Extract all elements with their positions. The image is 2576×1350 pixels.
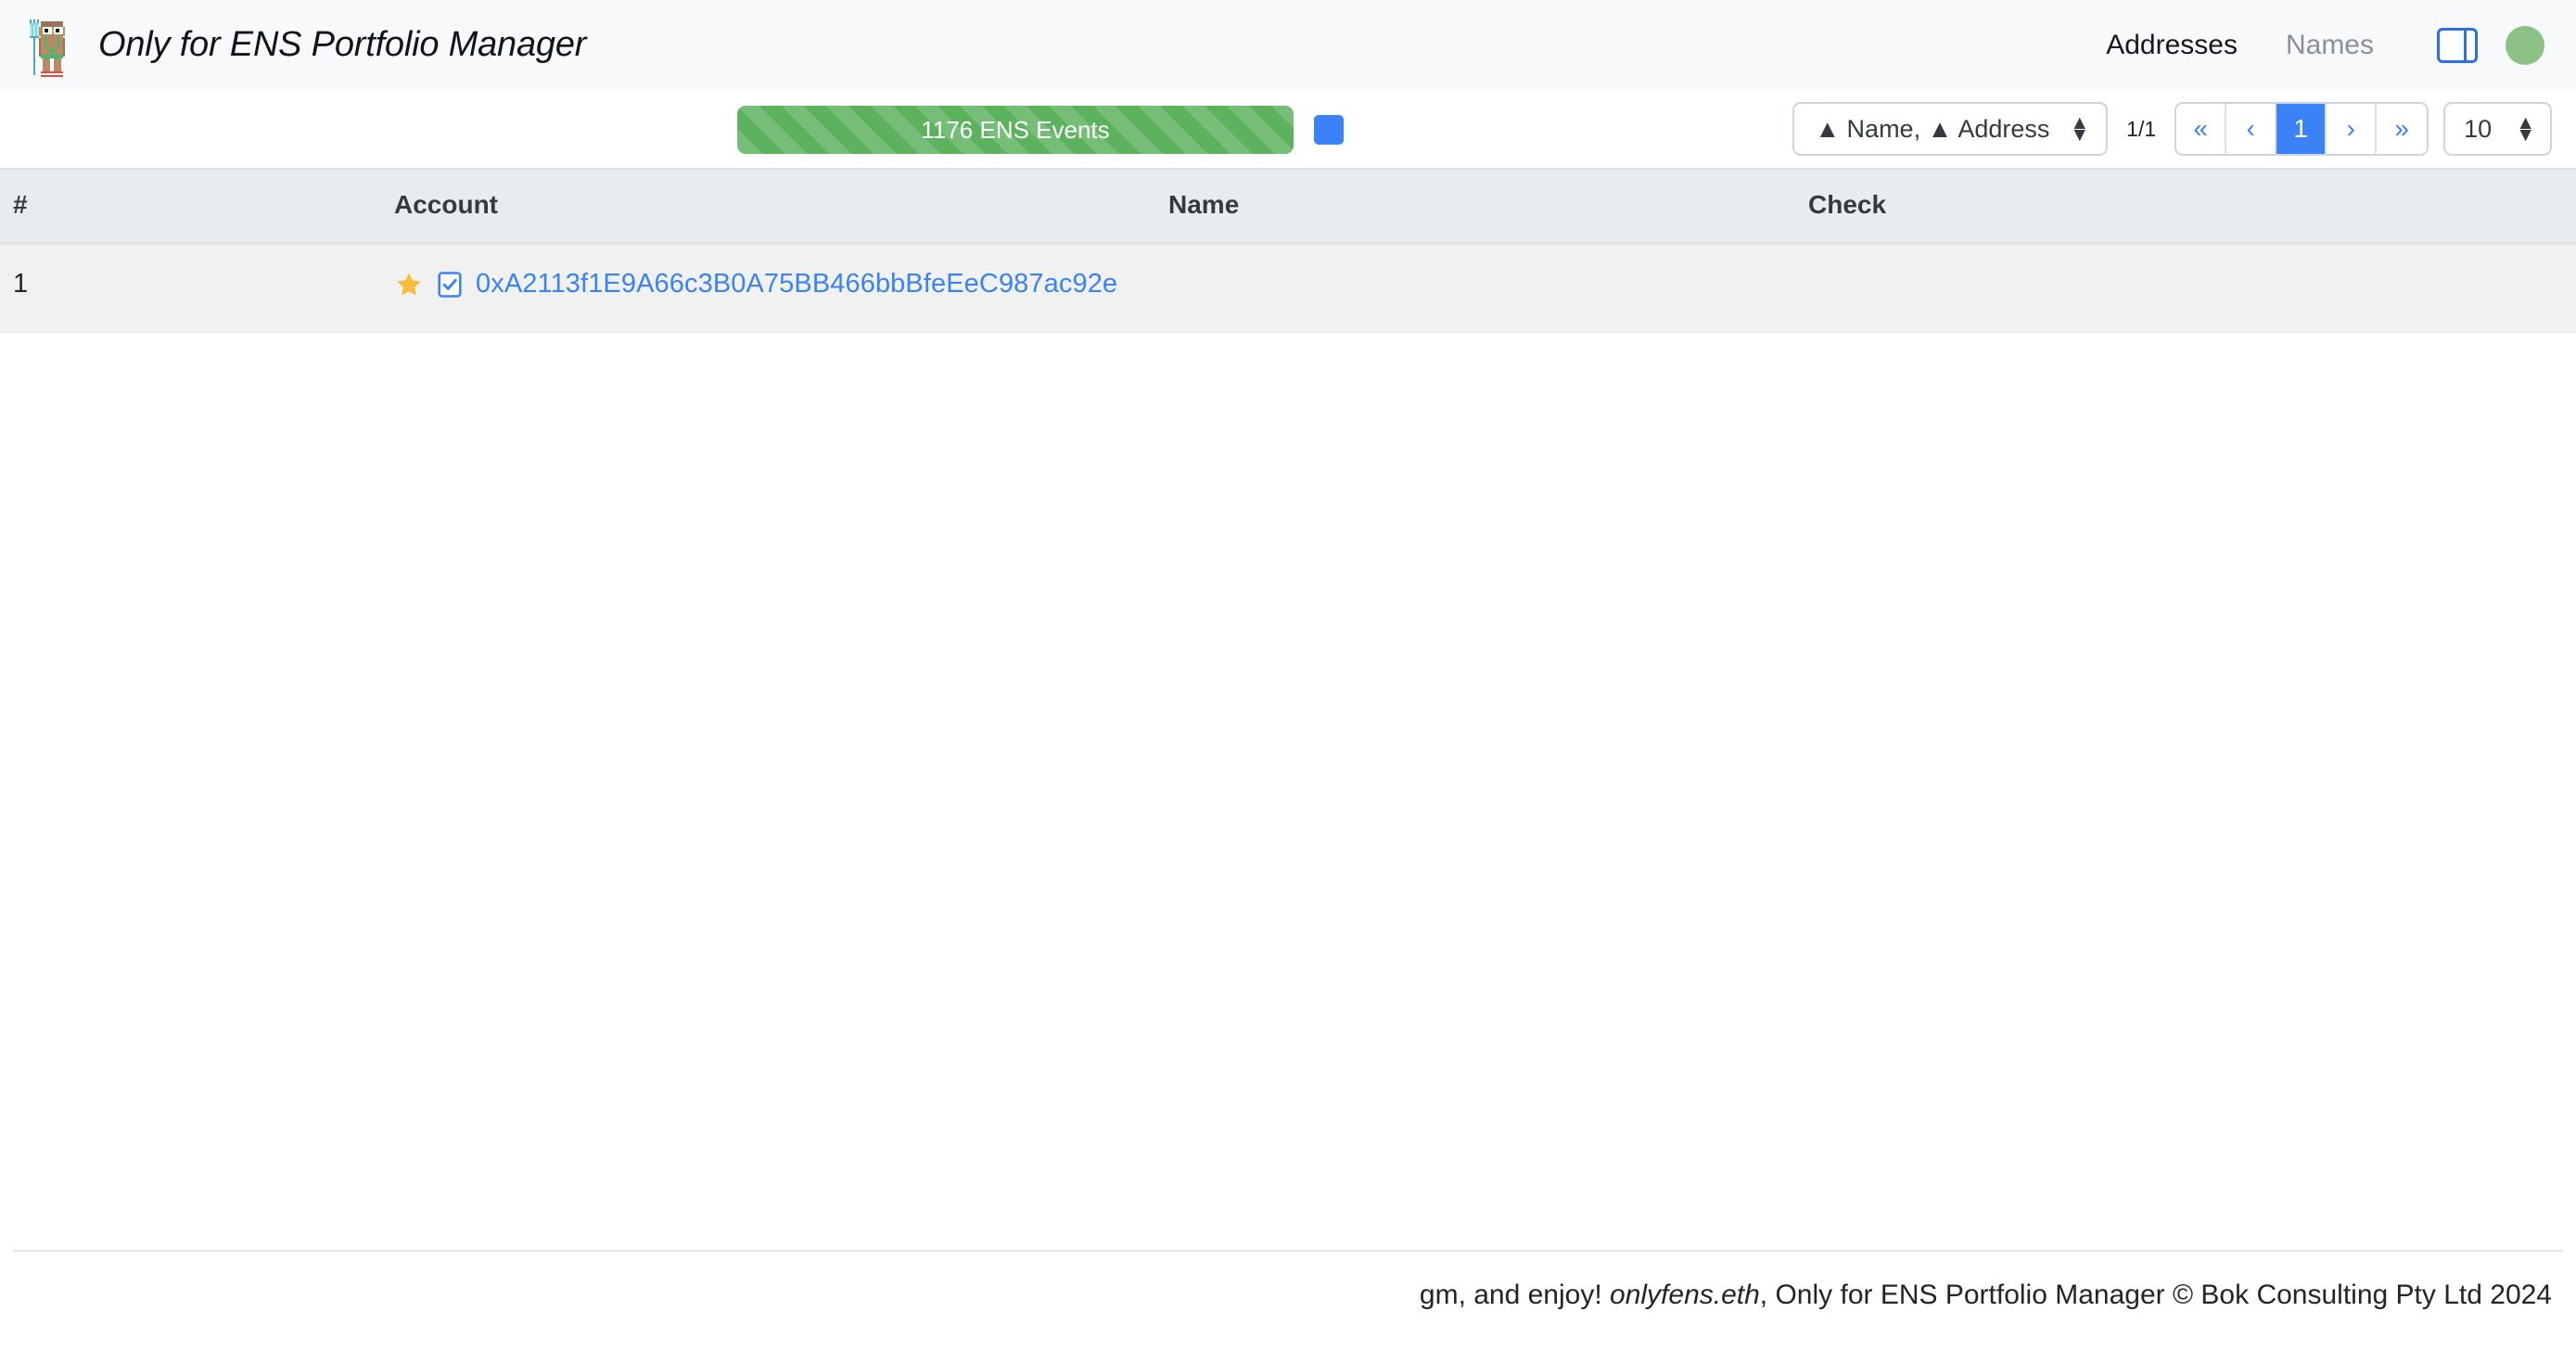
cell-account: 0xA2113f1E9A66c3B0A75BB466bbBfeEeC987ac9… (394, 244, 1168, 333)
navbar: Only for ENS Portfolio Manager Addresses… (0, 0, 2576, 90)
pager-area: ▲ Name, ▲ Address ▲ ▼ 1/1 « ‹ 1 › » 10 ▲… (1792, 102, 2552, 156)
chevron-updown-icon: ▲ ▼ (2516, 117, 2535, 141)
page-indicator: 1/1 (2123, 117, 2160, 142)
table-head: # Account Name Check (0, 169, 2576, 244)
checkbox-checked-icon[interactable] (437, 271, 463, 299)
nav-link-addresses[interactable]: Addresses (2082, 30, 2262, 61)
footer-prefix: gm, and enjoy! (1420, 1280, 1610, 1310)
cell-name (1168, 244, 1808, 333)
column-header-index[interactable]: # (0, 169, 394, 244)
sidebar-toggle-icon[interactable] (2437, 28, 2478, 63)
prev-page-button[interactable]: ‹ (2226, 104, 2276, 154)
sort-select[interactable]: ▲ Name, ▲ Address ▲ ▼ (1792, 102, 2108, 156)
chevron-updown-icon: ▲ ▼ (2070, 117, 2089, 141)
stop-square-icon[interactable] (1314, 115, 1344, 145)
table-row[interactable]: 1 0xA (0, 244, 2576, 333)
cell-index: 1 (0, 244, 394, 333)
page-title: Only for ENS Portfolio Manager (98, 25, 586, 65)
nav-link-names[interactable]: Names (2262, 30, 2398, 61)
rows-per-page-value: 10 (2464, 115, 2492, 144)
page-1-button[interactable]: 1 (2276, 104, 2327, 154)
accounts-table: # Account Name Check 1 (0, 168, 2576, 333)
brand[interactable]: Only for ENS Portfolio Manager (24, 12, 586, 79)
progress-area: 1176 ENS Events (737, 106, 1344, 154)
toolbar: 1176 ENS Events ▲ Name, ▲ Address ▲ ▼ 1/… (0, 90, 2576, 168)
rows-per-page-select[interactable]: 10 ▲ ▼ (2443, 102, 2552, 156)
star-icon[interactable] (394, 270, 424, 299)
account-address-link[interactable]: 0xA2113f1E9A66c3B0A75BB466bbBfeEeC987ac9… (476, 269, 1117, 299)
account-cell-content: 0xA2113f1E9A66c3B0A75BB466bbBfeEeC987ac9… (394, 269, 1168, 299)
app-root: Only for ENS Portfolio Manager Addresses… (0, 0, 2576, 1350)
progress-label: 1176 ENS Events (921, 116, 1109, 145)
column-header-check[interactable]: Check (1808, 169, 2576, 244)
footer-suffix: , Only for ENS Portfolio Manager © Bok C… (1760, 1280, 2552, 1310)
ens-events-progress-bar: 1176 ENS Events (737, 106, 1294, 154)
nav-right: Addresses Names (2082, 26, 2544, 65)
pixel-avatar-icon (24, 12, 78, 79)
avatar[interactable] (2506, 26, 2544, 65)
sort-select-value: ▲ Name, ▲ Address (1815, 115, 2049, 144)
footer-handle[interactable]: onlyfens.eth (1610, 1280, 1760, 1310)
footer-text: gm, and enjoy! onlyfens.eth, Only for EN… (0, 1252, 2576, 1311)
pagination: « ‹ 1 › » (2174, 102, 2429, 156)
column-header-account[interactable]: Account (394, 169, 1168, 244)
table-header-row: # Account Name Check (0, 169, 2576, 244)
last-page-button[interactable]: » (2377, 104, 2427, 154)
column-header-name[interactable]: Name (1168, 169, 1808, 244)
footer: gm, and enjoy! onlyfens.eth, Only for EN… (0, 1250, 2576, 1350)
cell-check (1808, 244, 2576, 333)
table-body: 1 0xA (0, 244, 2576, 333)
next-page-button[interactable]: › (2327, 104, 2377, 154)
first-page-button[interactable]: « (2176, 104, 2226, 154)
